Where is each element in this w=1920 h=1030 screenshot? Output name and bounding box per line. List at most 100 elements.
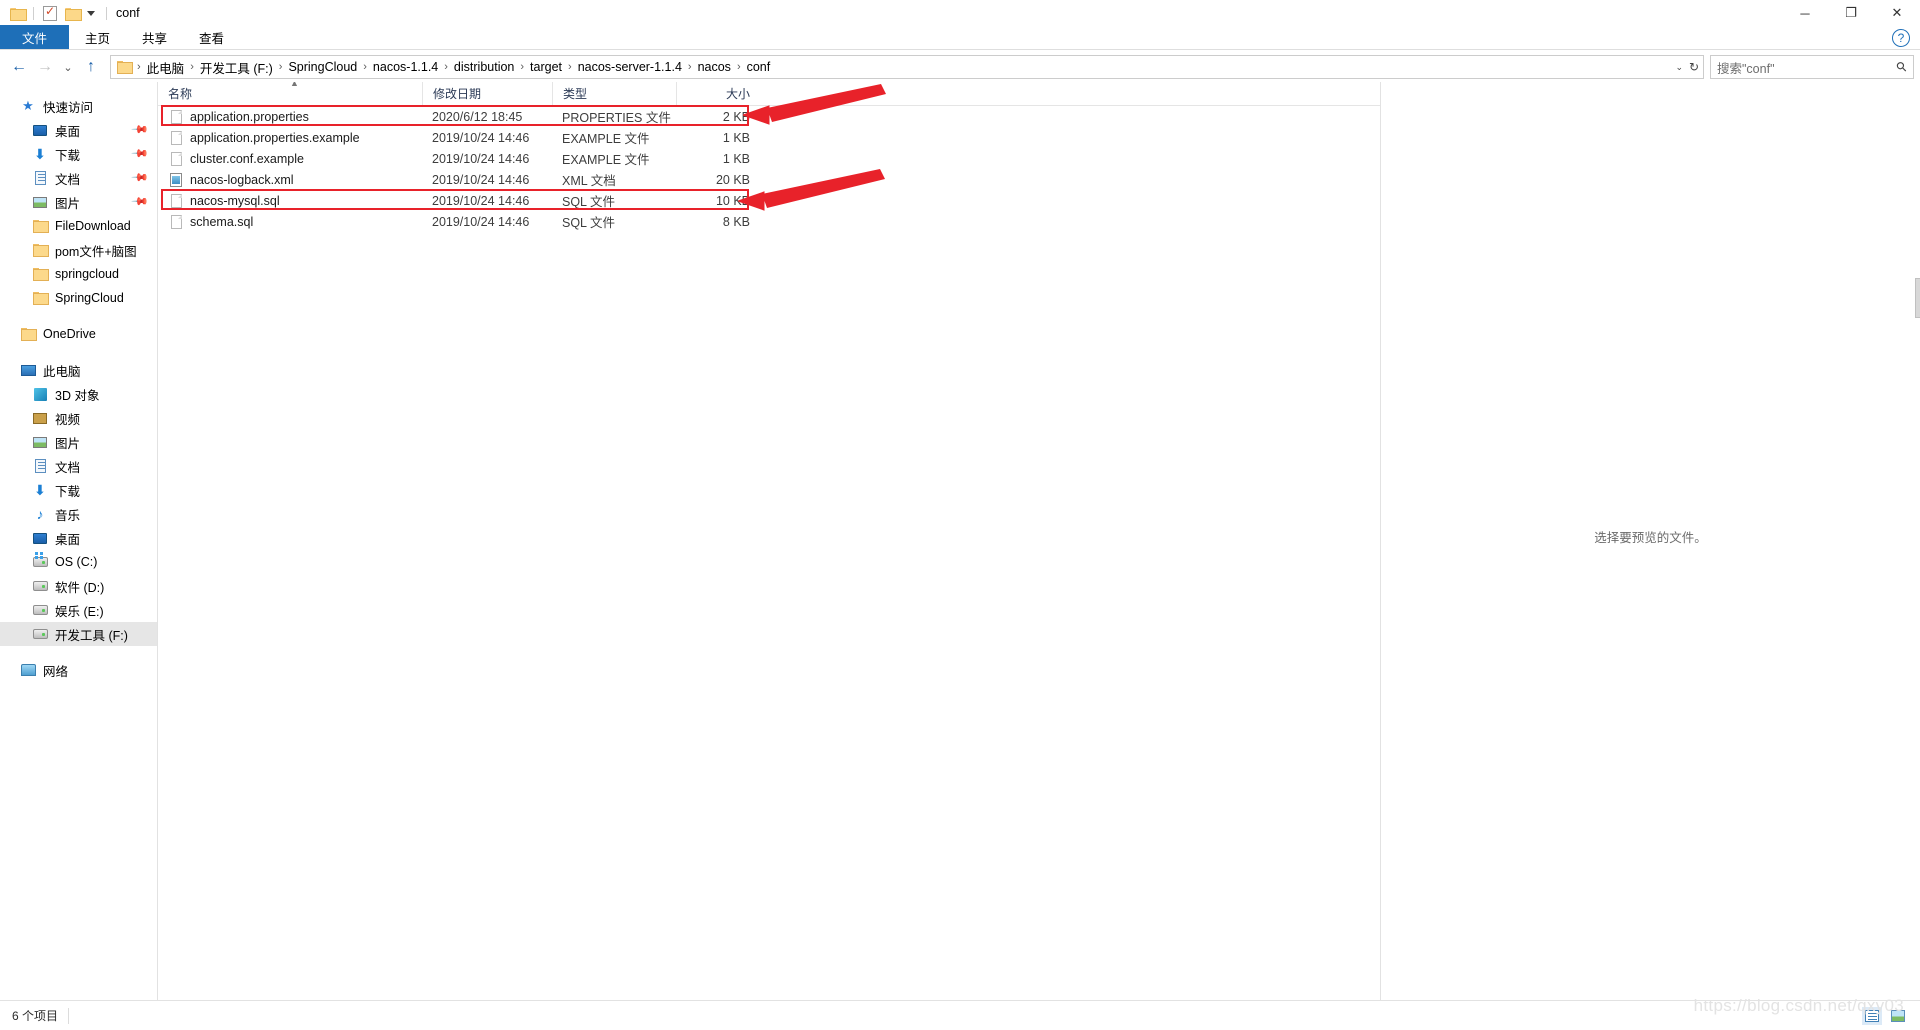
folder-icon — [30, 292, 50, 305]
file-size-cell: 1 KB — [722, 130, 750, 145]
breadcrumb[interactable]: › 此电脑 › 开发工具 (F:) › SpringCloud › nacos-… — [110, 55, 1704, 79]
column-header-name-label: 名称 — [168, 87, 193, 101]
breadcrumb-item-2[interactable]: SpringCloud — [283, 58, 362, 76]
breadcrumb-item-7[interactable]: nacos — [693, 58, 736, 76]
sidebar-item-springcloud[interactable]: SpringCloud — [0, 286, 157, 310]
refresh-icon[interactable]: ↻ — [1689, 56, 1699, 78]
file-name-cell[interactable]: schema.sql — [158, 211, 422, 232]
breadcrumb-item-8[interactable]: conf — [742, 58, 776, 76]
sidebar-item-documents-pc[interactable]: 文档 — [0, 454, 157, 478]
column-header-date[interactable]: 修改日期 — [422, 82, 552, 106]
file-name-cell[interactable]: nacos-logback.xml — [158, 169, 422, 190]
preview-message: 选择要预览的文件。 — [1594, 530, 1707, 545]
search-input[interactable]: 搜索"conf" ⚲ — [1710, 55, 1914, 79]
sidebar-item-downloads[interactable]: ⬇ 下载 📌 — [0, 142, 157, 166]
sidebar-item-drive-d[interactable]: 软件 (D:) — [0, 574, 157, 598]
table-row[interactable]: application.properties.example 2019/10/2… — [158, 127, 1380, 148]
sidebar-item-filedownload[interactable]: FileDownload — [0, 214, 157, 238]
sidebar-item-desktop[interactable]: 桌面 📌 — [0, 118, 157, 142]
breadcrumb-dropdown-icon[interactable]: ⌄ — [1675, 56, 1683, 78]
column-header-type[interactable]: 类型 — [552, 82, 676, 106]
pin-icon[interactable]: 📌 — [131, 144, 150, 163]
sidebar-group-quick-access[interactable]: ★ 快速访问 — [0, 94, 157, 118]
sidebar-item-3d-objects[interactable]: 3D 对象 — [0, 382, 157, 406]
breadcrumb-item-0[interactable]: 此电脑 — [142, 56, 190, 79]
table-row[interactable]: schema.sql 2019/10/24 14:46 SQL 文件 8 KB — [158, 211, 1380, 232]
tab-home[interactable]: 主页 — [69, 25, 126, 49]
sidebar-item-documents[interactable]: 文档 📌 — [0, 166, 157, 190]
sidebar-item-pictures[interactable]: 图片 📌 — [0, 190, 157, 214]
generic-file-icon — [168, 193, 184, 208]
file-name-cell[interactable]: application.properties.example — [158, 127, 422, 148]
generic-file-icon — [168, 151, 184, 166]
pc-icon — [18, 364, 38, 376]
table-row[interactable]: cluster.conf.example 2019/10/24 14:46 EX… — [158, 148, 1380, 169]
pane-resize-handle[interactable] — [1915, 278, 1920, 318]
sidebar-item-label-springcloud: SpringCloud — [55, 291, 124, 305]
drive-icon — [30, 605, 50, 615]
breadcrumb-item-1[interactable]: 开发工具 (F:) — [195, 56, 278, 79]
sidebar-item-pictures-pc[interactable]: 图片 — [0, 430, 157, 454]
folder-icon — [18, 328, 38, 341]
file-type-cell: PROPERTIES 文件 — [562, 111, 671, 125]
sidebar-item-label-drive-d: 软件 (D:) — [55, 580, 105, 595]
chevron-down-icon[interactable] — [87, 10, 95, 16]
properties-icon[interactable] — [39, 2, 61, 24]
generic-file-icon — [168, 109, 184, 124]
sidebar-item-desktop-pc[interactable]: 桌面 — [0, 526, 157, 550]
file-type-cell: EXAMPLE 文件 — [562, 153, 650, 167]
sidebar-item-label-downloads: 下载 — [55, 148, 81, 163]
sidebar-item-label-music: 音乐 — [55, 508, 81, 523]
tab-view[interactable]: 查看 — [183, 25, 240, 49]
maximize-button[interactable]: ❐ — [1828, 0, 1874, 26]
sidebar-item-music[interactable]: ♪ 音乐 — [0, 502, 157, 526]
breadcrumb-item-4[interactable]: distribution — [449, 58, 519, 76]
sidebar-item-springcloud-lower[interactable]: springcloud — [0, 262, 157, 286]
pin-icon[interactable]: 📌 — [131, 120, 150, 139]
sidebar-item-drive-f[interactable]: 开发工具 (F:) — [0, 622, 157, 646]
breadcrumb-item-3[interactable]: nacos-1.1.4 — [368, 58, 443, 76]
new-folder-icon[interactable] — [61, 2, 83, 24]
downloads-icon: ⬇ — [34, 481, 46, 498]
sidebar-item-videos[interactable]: 视频 — [0, 406, 157, 430]
file-type-cell: EXAMPLE 文件 — [562, 132, 650, 146]
sidebar-item-pom-files[interactable]: pom文件+脑图 — [0, 238, 157, 262]
column-header-size[interactable]: 大小 — [676, 82, 762, 106]
tab-share[interactable]: 共享 — [126, 25, 183, 49]
file-size-cell: 8 KB — [722, 214, 750, 229]
sidebar-item-label-filedownload: FileDownload — [55, 219, 131, 233]
file-name-cell[interactable]: nacos-mysql.sql — [158, 190, 422, 211]
back-button[interactable]: ← — [6, 54, 32, 80]
file-size-cell: 20 KB — [715, 172, 750, 187]
pin-icon[interactable]: 📌 — [131, 168, 150, 187]
column-header-name[interactable]: ▲ 名称 — [158, 82, 422, 106]
sidebar-item-label-network: 网络 — [43, 664, 69, 679]
documents-icon — [30, 171, 50, 185]
close-button[interactable]: ✕ — [1874, 0, 1920, 26]
breadcrumb-item-6[interactable]: nacos-server-1.1.4 — [573, 58, 687, 76]
search-icon[interactable]: ⚲ — [1893, 58, 1911, 76]
help-icon[interactable]: ? — [1892, 29, 1910, 47]
file-type-cell: SQL 文件 — [562, 216, 616, 230]
music-icon: ♪ — [36, 506, 44, 522]
minimize-button[interactable]: ─ — [1782, 0, 1828, 26]
file-date-cell: 2019/10/24 14:46 — [432, 172, 530, 187]
sidebar-item-drive-c[interactable]: OS (C:) — [0, 550, 157, 574]
sidebar-group-this-pc[interactable]: 此电脑 — [0, 358, 157, 382]
up-button[interactable]: ↑ — [78, 54, 104, 80]
table-row[interactable]: nacos-logback.xml 2019/10/24 14:46 XML 文… — [158, 169, 1380, 190]
folder-icon[interactable] — [6, 2, 28, 24]
sidebar-item-onedrive[interactable]: OneDrive — [0, 322, 157, 346]
breadcrumb-item-5[interactable]: target — [525, 58, 567, 76]
sidebar-item-downloads-pc[interactable]: ⬇ 下载 — [0, 478, 157, 502]
sidebar-item-drive-e[interactable]: 娱乐 (E:) — [0, 598, 157, 622]
pin-icon[interactable]: 📌 — [131, 192, 150, 211]
forward-button[interactable]: → — [32, 54, 58, 80]
table-row[interactable]: application.properties 2020/6/12 18:45 P… — [158, 106, 1380, 127]
recent-locations-icon[interactable]: ⌄ — [58, 54, 78, 80]
file-name-cell[interactable]: application.properties — [158, 106, 422, 127]
sidebar-item-network[interactable]: 网络 — [0, 658, 157, 682]
file-name-cell[interactable]: cluster.conf.example — [158, 148, 422, 169]
table-row[interactable]: nacos-mysql.sql 2019/10/24 14:46 SQL 文件 … — [158, 190, 1380, 211]
tab-file[interactable]: 文件 — [0, 25, 70, 49]
